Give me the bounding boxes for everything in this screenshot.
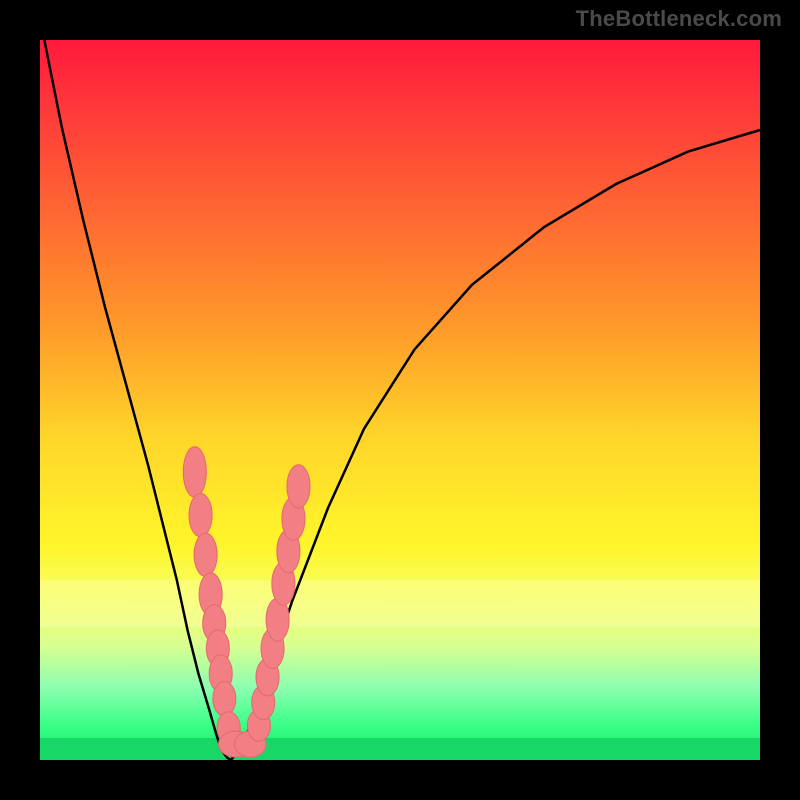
marker-point (183, 447, 206, 497)
marker-point (194, 533, 217, 576)
marker-point (213, 682, 236, 717)
left-branch (40, 40, 231, 760)
marker-point (287, 465, 310, 508)
plot-area (40, 40, 760, 760)
marker-point (189, 494, 212, 537)
right-branch (231, 130, 760, 760)
attribution-text: TheBottleneck.com (576, 6, 782, 32)
chart-frame: TheBottleneck.com (0, 0, 800, 800)
curve-layer (40, 40, 760, 760)
